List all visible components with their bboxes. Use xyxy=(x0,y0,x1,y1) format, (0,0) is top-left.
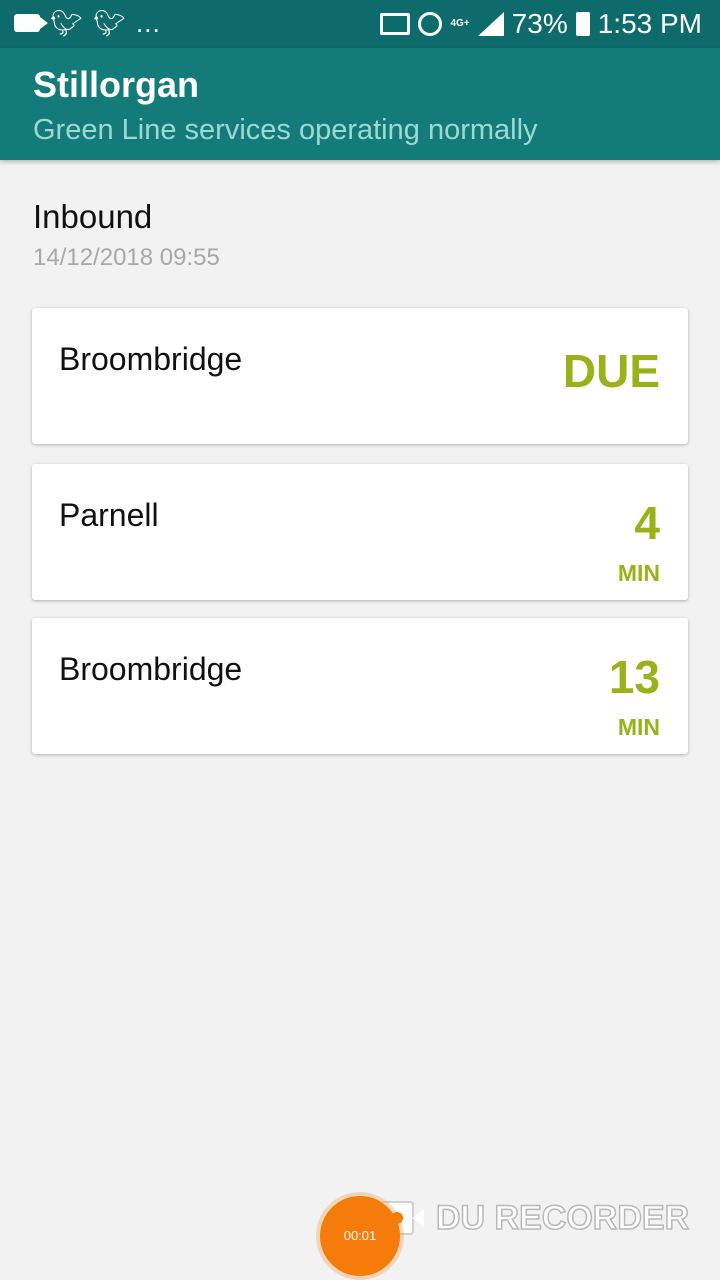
signal-strength-icon xyxy=(477,12,504,36)
cast-icon xyxy=(380,13,411,35)
service-status-message: Green Line services operating normally xyxy=(33,114,538,146)
departure-card[interactable]: Broombridge 13 MIN xyxy=(32,618,688,754)
minutes-unit: MIN xyxy=(617,560,660,586)
alarm-icon xyxy=(418,12,443,36)
recorder-brand: DU RECORDER xyxy=(435,1198,690,1238)
due-label: DUE xyxy=(562,345,660,397)
battery-percent: 73% xyxy=(511,8,568,39)
destination-label: Parnell xyxy=(59,497,159,533)
minutes-value: 4 xyxy=(634,497,660,549)
twitter-icon: 🐦︎ xyxy=(93,8,127,38)
recorder-elapsed: 00:01 xyxy=(343,1228,377,1243)
network-type-label: 4G+ xyxy=(450,18,470,29)
direction-heading: Inbound xyxy=(33,198,153,235)
departure-card[interactable]: Parnell 4 MIN xyxy=(32,464,688,600)
twitter-icon: 🐦︎ xyxy=(50,8,84,38)
destination-label: Broombridge xyxy=(59,651,243,687)
last-updated-timestamp: 14/12/2018 09:55 xyxy=(33,244,220,271)
minutes-value: 13 xyxy=(608,651,660,703)
more-notifications-icon: ... xyxy=(136,8,161,38)
recorder-timer-button[interactable]: 00:01 xyxy=(320,1196,400,1276)
departure-card[interactable]: Broombridge DUE xyxy=(32,308,688,444)
app-bar: Stillorgan Green Line services operating… xyxy=(0,48,720,160)
video-camera-icon xyxy=(14,14,48,32)
stop-title: Stillorgan xyxy=(33,64,200,105)
minutes-unit: MIN xyxy=(617,714,660,740)
clock: 1:53 PM xyxy=(597,8,702,39)
recorder-watermark: DU RECORDER xyxy=(380,1198,690,1238)
destination-label: Broombridge xyxy=(59,341,243,377)
notification-icons: 🐦︎ 🐦︎ ... xyxy=(14,10,161,36)
status-bar: 🐦︎ 🐦︎ ... 4G+ 73% 1:53 PM xyxy=(0,0,720,48)
battery-icon xyxy=(575,12,590,36)
system-icons: 4G+ 73% 1:53 PM xyxy=(380,8,702,40)
